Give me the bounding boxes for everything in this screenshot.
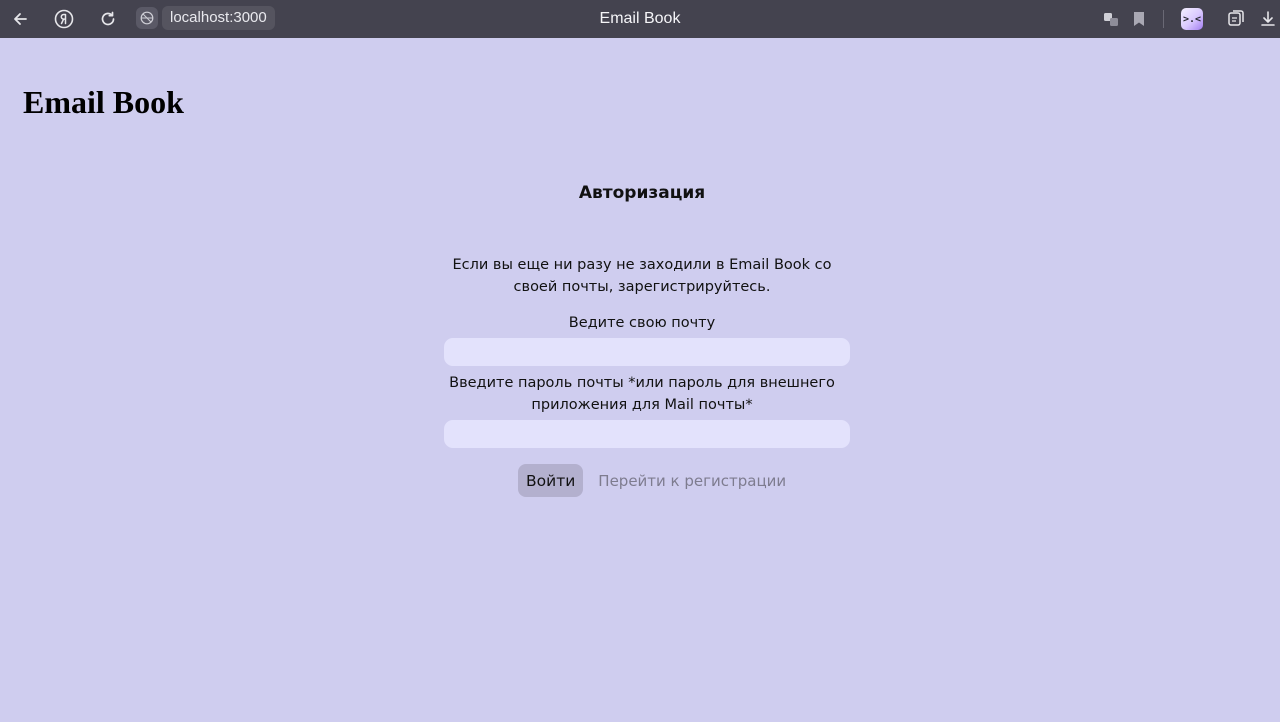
download-icon[interactable] (1256, 7, 1280, 31)
auth-actions: Войти Перейти к регистрации (518, 464, 786, 497)
password-label: Введите пароль почты *или пароль для вне… (449, 375, 835, 413)
yandex-logo-icon[interactable] (52, 7, 76, 31)
browser-toolbar: localhost:3000 Email Book >.< (0, 0, 1280, 38)
auth-form: Авторизация Если вы еще ни разу не заход… (440, 176, 850, 448)
email-label: Ведите свою почту (568, 315, 716, 331)
profile-avatar-icon[interactable]: >.< (1181, 8, 1203, 30)
email-field[interactable] (444, 338, 850, 366)
translate-icon[interactable] (1099, 7, 1123, 31)
password-field[interactable] (444, 420, 850, 448)
login-button[interactable]: Войти (518, 464, 584, 497)
collections-icon[interactable] (1224, 7, 1248, 31)
register-link[interactable]: Перейти к регистрации (598, 472, 786, 490)
url-text[interactable]: localhost:3000 (162, 6, 275, 30)
page-title: Email Book (23, 84, 184, 120)
bookmark-icon[interactable] (1127, 7, 1151, 31)
reload-icon[interactable] (96, 7, 120, 31)
auth-title: Авторизация (578, 183, 706, 203)
registration-hint: Если вы еще ни разу не заходили в Email … (452, 257, 832, 295)
back-arrow-icon[interactable] (8, 7, 32, 31)
site-info-icon[interactable] (136, 7, 158, 29)
toolbar-separator (1163, 10, 1164, 28)
address-bar[interactable]: localhost:3000 (136, 6, 278, 30)
